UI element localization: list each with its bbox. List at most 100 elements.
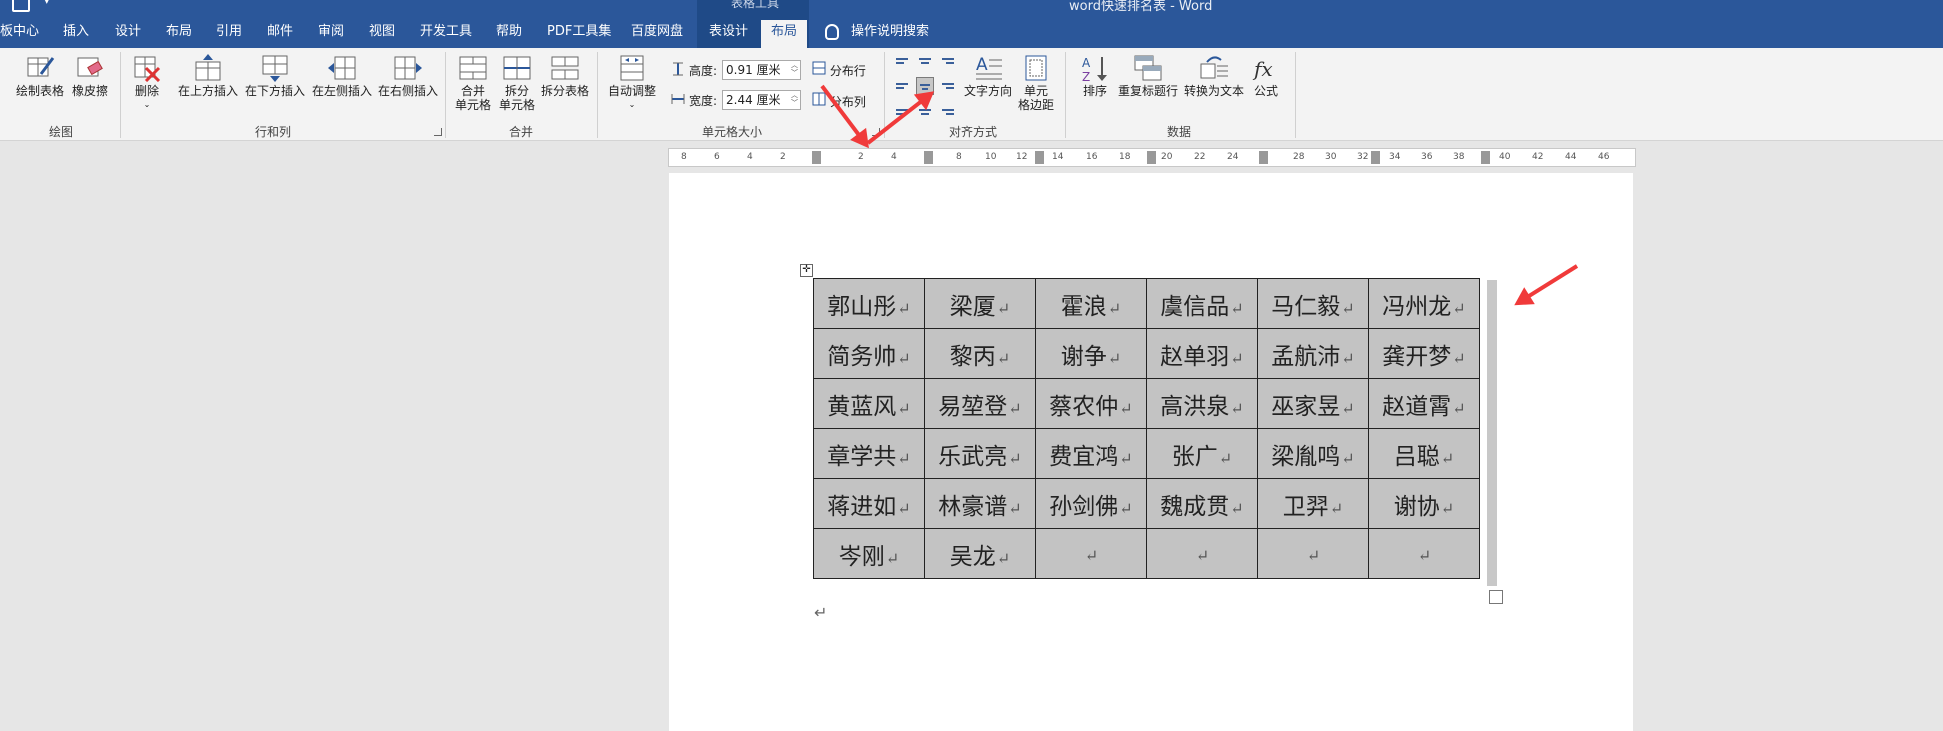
table-cell[interactable]: 梁胤鸣↵ — [1257, 428, 1369, 479]
align-middle-right-button[interactable] — [939, 77, 957, 95]
spinner-arrows-icon[interactable]: ︿ ﹀ — [791, 61, 798, 77]
table-cell[interactable]: 蔡农仲↵ — [1035, 378, 1147, 429]
delete-button[interactable]: 删除 ⌄ — [127, 54, 167, 112]
ruler-column-marker[interactable] — [1259, 151, 1268, 164]
table-cell[interactable]: 吕聪↵ — [1368, 428, 1480, 479]
tab-pdf-tools[interactable]: PDF工具集 — [547, 20, 611, 48]
repeat-header-rows-button[interactable]: 重复标题行 — [1116, 54, 1180, 98]
table-cell[interactable]: 蒋进如↵ — [813, 478, 925, 529]
table-cell[interactable]: 黄蓝风↵ — [813, 378, 925, 429]
align-bottom-right-button[interactable] — [939, 100, 957, 118]
insert-above-button[interactable]: 在上方插入 — [176, 54, 240, 98]
text-direction-button[interactable]: A 文字方向 — [962, 54, 1014, 98]
table-cell[interactable]: 赵单羽↵ — [1146, 328, 1258, 379]
table-cell[interactable]: 费宜鸿↵ — [1035, 428, 1147, 479]
table-cell[interactable]: 虞信品↵ — [1146, 278, 1258, 329]
tab-design[interactable]: 设计 — [115, 20, 141, 48]
table-cell[interactable]: 郭山彤↵ — [813, 278, 925, 329]
cell-margins-button[interactable]: 单元 格边距 — [1015, 54, 1057, 112]
paragraph-mark: ↵ — [814, 603, 828, 622]
draw-table-button[interactable]: 绘制表格 — [14, 54, 66, 98]
table-cell[interactable]: 章学共↵ — [813, 428, 925, 479]
table-cell[interactable]: 梁厦↵ — [924, 278, 1036, 329]
split-table-button[interactable]: 拆分表格 — [539, 54, 591, 98]
eraser-button[interactable]: 橡皮擦 — [68, 54, 112, 98]
table-cell[interactable]: 黎丙↵ — [924, 328, 1036, 379]
table-cell[interactable]: 魏成贯↵ — [1146, 478, 1258, 529]
table-cell[interactable]: 岑刚↵ — [813, 528, 925, 579]
tab-developer[interactable]: 开发工具 — [420, 20, 472, 48]
table-cell[interactable]: 孟航沛↵ — [1257, 328, 1369, 379]
table-cell[interactable]: ↵ — [1146, 528, 1258, 579]
merge-cells-button[interactable]: 合并 单元格 — [452, 54, 494, 112]
table-cell[interactable]: 易堃登↵ — [924, 378, 1036, 429]
ruler-column-marker[interactable] — [1147, 151, 1156, 164]
table-cell[interactable]: 卫羿↵ — [1257, 478, 1369, 529]
spinner-arrows-icon[interactable]: ︿ ﹀ — [791, 91, 798, 107]
document-page[interactable]: ✛ 郭山彤↵ 梁厦↵ 霍浪↵ 虞信品↵ 马仁毅↵ 冯州龙↵ 简务帅↵ 黎丙↵ 谢争↵ 赵单羽↵ 孟航… — [669, 173, 1633, 731]
table-move-handle-icon[interactable]: ✛ — [800, 264, 813, 277]
quick-access-dropdown-icon[interactable]: ▾ — [44, 0, 50, 7]
tab-board-center[interactable]: 板中心 — [0, 20, 39, 48]
insert-left-button[interactable]: 在左侧插入 — [310, 54, 374, 98]
tab-insert[interactable]: 插入 — [63, 20, 89, 48]
convert-to-text-button[interactable]: 转换为文本 — [1182, 54, 1246, 98]
table-cell[interactable]: ↵ — [1035, 528, 1147, 579]
autofit-button[interactable]: 自动调整 ⌄ — [604, 54, 660, 112]
table-cell[interactable]: 孙剑佛↵ — [1035, 478, 1147, 529]
align-top-right-button[interactable] — [939, 54, 957, 72]
height-input[interactable]: 0.91 厘米 ︿ ﹀ — [722, 60, 801, 80]
ruler-column-marker[interactable] — [924, 151, 933, 164]
autofit-icon — [620, 55, 644, 81]
align-middle-left-button[interactable] — [893, 77, 911, 95]
quick-access-icon[interactable] — [12, 0, 30, 12]
tab-references[interactable]: 引用 — [216, 20, 242, 48]
table-cell[interactable]: 林豪谱↵ — [924, 478, 1036, 529]
table-cell[interactable]: 谢争↵ — [1035, 328, 1147, 379]
table-cell[interactable]: 巫家昱↵ — [1257, 378, 1369, 429]
ruler-column-marker[interactable] — [812, 151, 821, 164]
cell-end-mark: ↵ — [1107, 298, 1122, 318]
tab-view[interactable]: 视图 — [369, 20, 395, 48]
table-cell[interactable]: 乐武亮↵ — [924, 428, 1036, 479]
cell-text: 吴龙 — [949, 543, 996, 570]
ruler-column-marker[interactable] — [1481, 151, 1490, 164]
insert-below-button[interactable]: 在下方插入 — [243, 54, 307, 98]
table-cell[interactable]: ↵ — [1257, 528, 1369, 579]
table-cell[interactable]: 霍浪↵ — [1035, 278, 1147, 329]
table-cell[interactable]: 赵道霄↵ — [1368, 378, 1480, 429]
table-tools-title: 表格工具 — [731, 0, 780, 10]
sort-button[interactable]: A Z 排序 — [1077, 54, 1113, 98]
table-cell[interactable]: 马仁毅↵ — [1257, 278, 1369, 329]
table-cell[interactable]: 谢协↵ — [1368, 478, 1480, 529]
tab-help[interactable]: 帮助 — [496, 20, 522, 48]
align-top-center-button[interactable] — [916, 54, 934, 72]
tab-mailings[interactable]: 邮件 — [267, 20, 293, 48]
tab-table-design[interactable]: 表设计 — [709, 20, 748, 48]
insert-right-button[interactable]: 在右侧插入 — [376, 54, 440, 98]
table-cell[interactable]: 冯州龙↵ — [1368, 278, 1480, 329]
tab-baidu-netdisk[interactable]: 百度网盘 — [631, 20, 683, 48]
table-cell[interactable]: 吴龙↵ — [924, 528, 1036, 579]
ruler-column-marker[interactable] — [1035, 151, 1044, 164]
formula-button[interactable]: fx 公式 — [1250, 54, 1282, 98]
horizontal-ruler[interactable]: 8 6 4 2 2 4 8 10 12 14 16 18 20 22 24 28… — [668, 148, 1636, 167]
table-cell[interactable]: 张广↵ — [1146, 428, 1258, 479]
table-cell[interactable]: 简务帅↵ — [813, 328, 925, 379]
table-cell[interactable]: ↵ — [1368, 528, 1480, 579]
width-input[interactable]: 2.44 厘米 ︿ ﹀ — [722, 90, 801, 110]
tab-table-layout[interactable]: 布局 — [761, 20, 808, 48]
rows-cols-dialog-launcher-icon[interactable] — [434, 128, 442, 136]
table-cell[interactable]: 高洪泉↵ — [1146, 378, 1258, 429]
table-resize-handle[interactable] — [1489, 590, 1503, 604]
cell-text: 卫羿 — [1282, 493, 1329, 520]
distribute-rows-button[interactable]: 分布行 — [812, 61, 866, 79]
tab-page-layout[interactable]: 布局 — [166, 20, 192, 48]
name-table[interactable]: 郭山彤↵ 梁厦↵ 霍浪↵ 虞信品↵ 马仁毅↵ 冯州龙↵ 简务帅↵ 黎丙↵ 谢争↵ 赵单羽↵ 孟航沛↵… — [813, 278, 1480, 579]
tell-me-search[interactable]: 操作说明搜索 — [851, 20, 929, 48]
split-cells-button[interactable]: 拆分 单元格 — [496, 54, 538, 112]
tab-review[interactable]: 审阅 — [318, 20, 344, 48]
align-top-left-button[interactable] — [893, 54, 911, 72]
table-cell[interactable]: 龚开梦↵ — [1368, 328, 1480, 379]
ruler-column-marker[interactable] — [1371, 151, 1380, 164]
